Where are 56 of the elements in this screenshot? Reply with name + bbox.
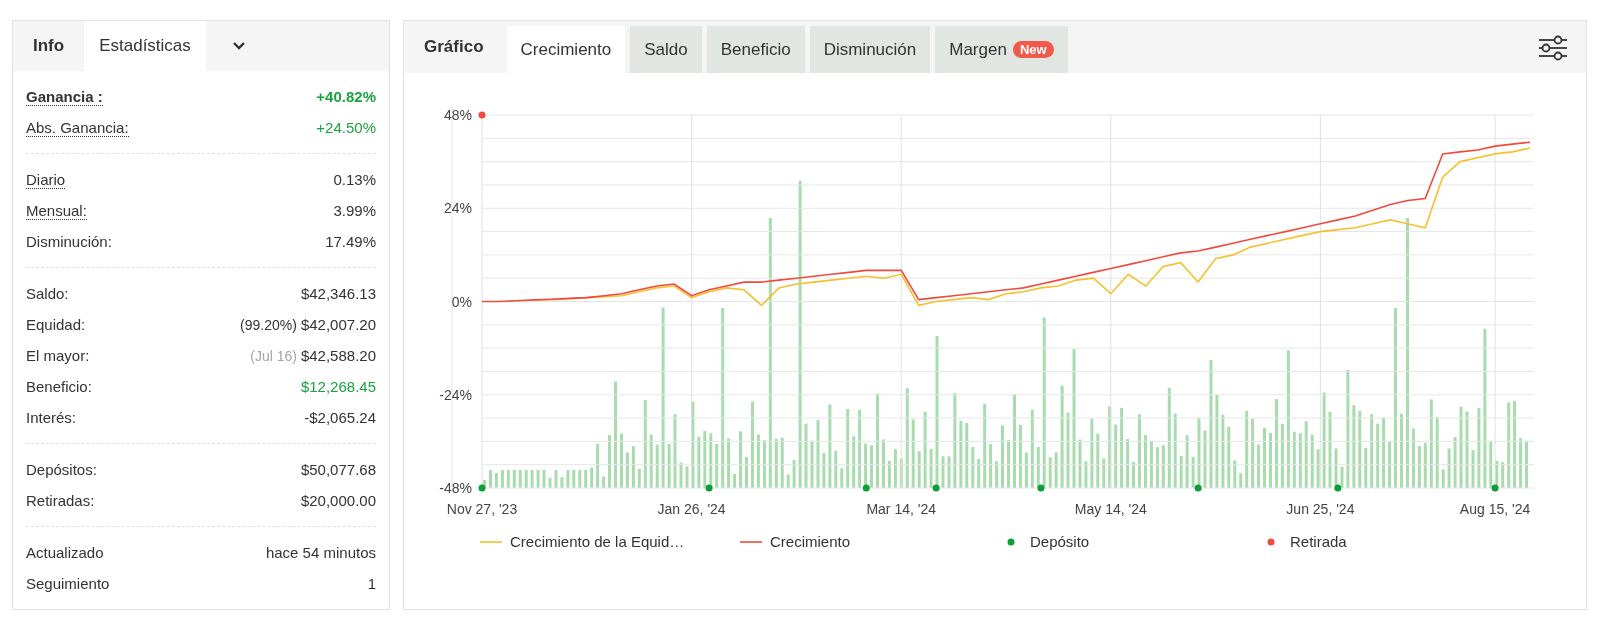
y-axis-label: 0%: [451, 293, 472, 310]
stat-label: Actualizado: [26, 544, 104, 561]
stat-label: El mayor:: [26, 347, 90, 364]
stat-label: Abs. Ganancia:: [26, 118, 129, 137]
tab[interactable]: Saldo: [630, 26, 702, 73]
stat-label: Ganancia :: [26, 87, 103, 106]
x-axis-label: Aug 15, '24: [1459, 501, 1531, 517]
settings-sliders-icon[interactable]: [1538, 34, 1568, 62]
stat-label: Saldo:: [26, 285, 69, 302]
stat-label: Equidad:: [26, 316, 86, 333]
legend-label[interactable]: Retirada: [1290, 533, 1347, 550]
x-axis-label: Jan 26, '24: [657, 501, 726, 517]
stat-label: Mensual:: [26, 201, 87, 220]
tab[interactable]: Disminución: [809, 26, 931, 73]
y-axis-label: -24%: [439, 386, 472, 403]
stat-label: Retiradas:: [26, 492, 95, 509]
stat-value: $42,007.20: [300, 316, 376, 333]
stat-label: Diario: [26, 170, 66, 189]
tab[interactable]: Margen New: [935, 26, 1068, 73]
stat-note: (Jul 16): [250, 347, 297, 364]
stat-value: 17.49%: [325, 233, 376, 250]
y-axis-label: -48%: [439, 480, 472, 496]
stat-value: $50,077.68: [300, 461, 376, 478]
x-axis-label: May 14, '24: [1074, 501, 1147, 517]
tab[interactable]: Crecimiento: [506, 26, 626, 73]
stat-value: 0.13%: [333, 171, 376, 188]
stat-value: 1: [367, 575, 376, 592]
tab[interactable]: Estadísticas: [84, 21, 206, 71]
stat-value: $42,588.20: [300, 347, 376, 364]
legend-label[interactable]: Crecimiento de la Equid…: [510, 533, 685, 550]
x-axis-label: Mar 14, '24: [866, 501, 936, 517]
legend-label[interactable]: Depósito: [1030, 533, 1090, 550]
stat-label: Interés:: [26, 409, 77, 426]
stat-value: hace 54 minutos: [265, 544, 376, 561]
stat-value: $20,000.00: [300, 492, 376, 509]
y-axis-label: 24%: [443, 200, 472, 217]
panel-title: Gráfico: [423, 36, 485, 58]
stat-label: Depósitos:: [26, 461, 97, 478]
new-badge: New: [1012, 41, 1054, 58]
stat-value: -$2,065.24: [304, 409, 376, 426]
tab[interactable]: Beneficio: [706, 26, 805, 73]
stat-value: +40.82%: [316, 88, 376, 105]
stat-label: Beneficio:: [26, 378, 92, 395]
stat-label: Disminución:: [26, 233, 112, 250]
chevron-down-icon[interactable]: [231, 41, 246, 51]
panel-title: Info: [32, 35, 66, 57]
x-axis-label: Nov 27, '23: [446, 501, 518, 517]
stat-value: 3.99%: [333, 202, 376, 219]
stat-value: $12,268.45: [300, 378, 376, 395]
stat-value: +24.50%: [316, 119, 376, 136]
stat-note: (99.20%): [240, 316, 297, 333]
stat-label: Seguimiento: [26, 575, 110, 592]
x-axis-label: Jun 25, '24: [1286, 501, 1355, 517]
y-axis-label: 48%: [443, 107, 472, 123]
stat-value: $42,346.13: [300, 285, 376, 302]
legend-label[interactable]: Crecimiento: [770, 533, 851, 550]
